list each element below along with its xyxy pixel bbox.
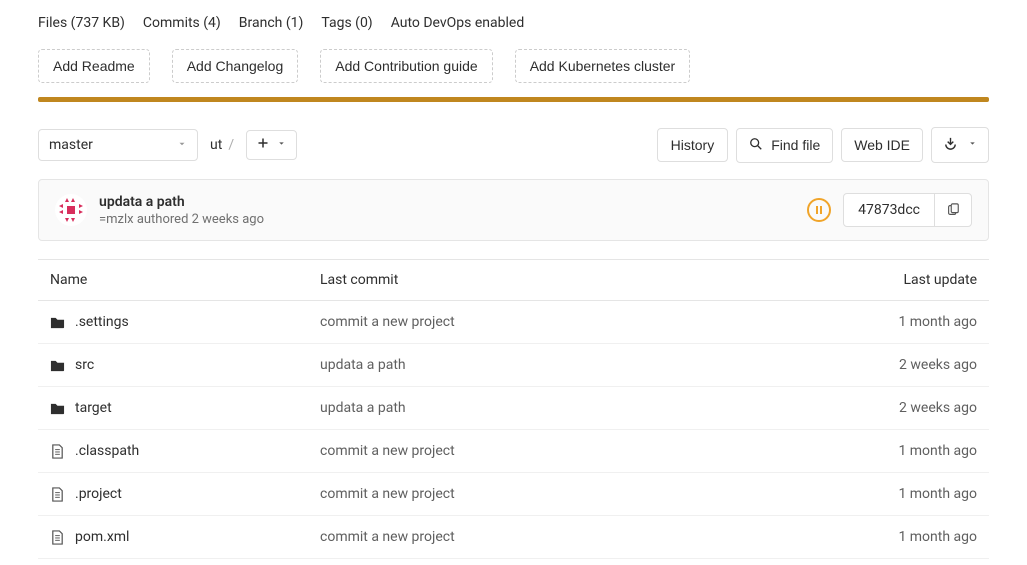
commit-message-link[interactable]: updata a path <box>320 357 406 373</box>
find-file-label: Find file <box>771 137 820 153</box>
table-row: pom.xml commit a new project 1 month ago <box>38 516 989 559</box>
commit-message-link[interactable]: updata a path <box>320 400 406 416</box>
file-icon <box>50 444 65 459</box>
col-name: Name <box>38 260 308 301</box>
folder-icon <box>50 358 65 373</box>
table-row: .classpath commit a new project 1 month ag… <box>38 430 989 473</box>
quick-actions: Add Readme Add Changelog Add Contributio… <box>38 37 989 97</box>
table-row: src updata a path 2 weeks ago <box>38 344 989 387</box>
table-row: target updata a path 2 weeks ago <box>38 387 989 430</box>
find-file-button[interactable]: Find file <box>736 128 833 163</box>
commit-sha[interactable]: 47873dcc <box>844 194 934 226</box>
commit-message-link[interactable]: commit a new project <box>320 314 455 330</box>
copy-sha-button[interactable] <box>934 194 971 226</box>
repository-meta: Files (737 KB) Commits (4) Branch (1) Ta… <box>38 0 989 37</box>
folder-icon <box>50 401 65 416</box>
chevron-down-icon <box>277 139 286 151</box>
chevron-down-icon <box>968 139 977 151</box>
add-changelog-button[interactable]: Add Changelog <box>172 49 299 83</box>
add-k8s-button[interactable]: Add Kubernetes cluster <box>515 49 691 83</box>
breadcrumb: ut / <box>210 137 240 153</box>
file-name-link[interactable]: .settings <box>50 314 296 330</box>
commit-sha-group: 47873dcc <box>843 193 972 227</box>
col-commit: Last commit <box>308 260 829 301</box>
files-link[interactable]: Files (737 KB) <box>38 15 125 31</box>
loading-bar <box>38 97 989 102</box>
folder-icon <box>50 315 65 330</box>
last-update-text: 1 month ago <box>898 529 977 545</box>
chevron-down-icon <box>177 139 187 152</box>
file-name-label: target <box>75 400 112 416</box>
file-icon <box>50 530 65 545</box>
branch-link[interactable]: Branch (1) <box>239 15 304 31</box>
file-name-label: .settings <box>75 314 129 330</box>
commits-link[interactable]: Commits (4) <box>143 15 221 31</box>
table-row: .settings commit a new project 1 month ago <box>38 301 989 344</box>
commit-message-link[interactable]: commit a new project <box>320 529 455 545</box>
add-readme-button[interactable]: Add Readme <box>38 49 150 83</box>
web-ide-button[interactable]: Web IDE <box>841 128 923 162</box>
breadcrumb-root[interactable]: ut <box>210 137 222 153</box>
pipeline-status-icon[interactable] <box>807 198 831 222</box>
col-update: Last update <box>829 260 989 301</box>
last-commit-bar: updata a path =mzlx authored 2 weeks ago… <box>38 179 989 241</box>
last-update-text: 1 month ago <box>898 314 977 330</box>
file-icon <box>50 487 65 502</box>
breadcrumb-separator: / <box>228 137 234 153</box>
file-name-label: pom.xml <box>75 529 129 545</box>
file-name-label: .classpath <box>75 443 139 459</box>
file-tree-table: Name Last commit Last update .settings co… <box>38 259 989 559</box>
file-name-link[interactable]: .classpath <box>50 443 296 459</box>
commit-message-link[interactable]: commit a new project <box>320 486 455 502</box>
last-update-text: 2 weeks ago <box>899 400 977 416</box>
plus-icon <box>257 137 269 153</box>
last-update-text: 1 month ago <box>898 443 977 459</box>
branch-name: master <box>49 137 93 153</box>
file-name-label: src <box>75 357 94 373</box>
devops-link[interactable]: Auto DevOps enabled <box>391 15 525 31</box>
branch-selector[interactable]: master <box>38 129 198 161</box>
last-update-text: 2 weeks ago <box>899 357 977 373</box>
file-name-link[interactable]: .project <box>50 486 296 502</box>
file-name-link[interactable]: src <box>50 357 296 373</box>
download-dropdown[interactable] <box>931 127 989 163</box>
tags-link[interactable]: Tags (0) <box>321 15 372 31</box>
add-contributing-button[interactable]: Add Contribution guide <box>320 49 492 83</box>
file-name-link[interactable]: pom.xml <box>50 529 296 545</box>
avatar <box>55 194 87 226</box>
add-file-dropdown[interactable] <box>246 130 297 160</box>
search-icon <box>749 137 763 154</box>
table-row: .project commit a new project 1 month ago <box>38 473 989 516</box>
history-button[interactable]: History <box>657 128 729 162</box>
file-name-label: .project <box>75 486 122 502</box>
commit-title[interactable]: updata a path <box>99 194 264 210</box>
commit-message-link[interactable]: commit a new project <box>320 443 455 459</box>
last-update-text: 1 month ago <box>898 486 977 502</box>
file-toolbar: master ut / History Find file Web IDE <box>38 127 989 163</box>
commit-meta: =mzlx authored 2 weeks ago <box>99 212 264 227</box>
file-name-link[interactable]: target <box>50 400 296 416</box>
download-icon <box>943 136 958 154</box>
